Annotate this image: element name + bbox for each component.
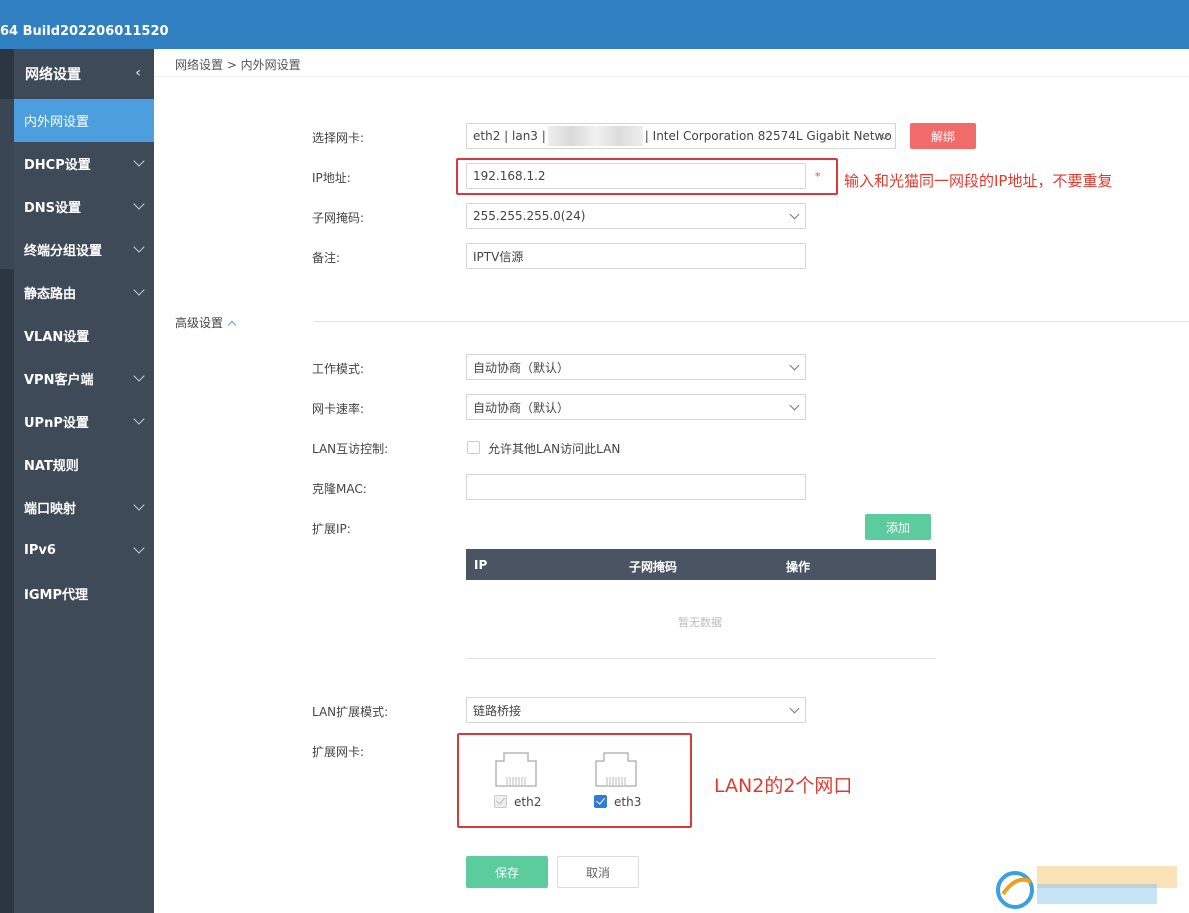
sidebar-item-port-mapping[interactable]: 端口映射 <box>14 486 154 529</box>
ext-nic-label: 扩展网卡: <box>312 745 365 759</box>
redacted-area <box>547 126 643 146</box>
ext-ip-label: 扩展IP: <box>312 522 351 536</box>
chevron-down-icon <box>133 499 145 511</box>
add-button[interactable]: 添加 <box>865 514 931 540</box>
chevron-left-icon: ‹ <box>135 65 141 81</box>
chevron-down-icon <box>133 198 145 210</box>
chevron-down-icon <box>133 155 145 167</box>
build-version: 64 Build202206011520 <box>0 24 169 39</box>
sidebar-item-nat[interactable]: NAT规则 <box>14 443 154 486</box>
sidebar-item-dhcp[interactable]: DHCP设置 <box>14 142 154 185</box>
remark-input[interactable]: IPTV信源 <box>466 243 806 269</box>
chevron-down-icon <box>789 209 800 220</box>
sidebar-title: 网络设置 <box>25 67 81 83</box>
table-empty: 暂无数据 <box>678 616 722 629</box>
unbind-button[interactable]: 解绑 <box>910 123 976 149</box>
chevron-down-icon <box>133 284 145 296</box>
chevron-down-icon <box>133 542 145 554</box>
annotation-ip-note: 输入和光猫同一网段的IP地址，不要重复 <box>844 172 1113 190</box>
ip-label: IP地址: <box>312 171 351 185</box>
col-mask: 子网掩码 <box>629 560 678 574</box>
nic-select[interactable]: eth2 | lan3 | | Intel Corporation 82574L… <box>466 123 896 149</box>
clone-mac-input[interactable] <box>466 474 806 500</box>
breadcrumb: 网络设置 > 内外网设置 <box>175 58 301 72</box>
work-mode-label: 工作模式: <box>312 362 365 376</box>
sidebar-item-terminal-group[interactable]: 终端分组设置 <box>14 228 154 271</box>
nic-label: 选择网卡: <box>312 131 365 145</box>
mask-label: 子网掩码: <box>312 211 365 225</box>
left-strip <box>0 49 14 913</box>
mask-select[interactable]: 255.255.255.0(24) <box>466 203 806 229</box>
chevron-down-icon <box>789 360 800 371</box>
nic-speed-select[interactable]: 自动协商（默认） <box>466 394 806 420</box>
sidebar: 网络设置 ‹ 内外网设置 DHCP设置 DNS设置 终端分组设置 静态路由 VL… <box>14 49 154 913</box>
chevron-down-icon <box>133 370 145 382</box>
annotation-lan2-note: LAN2的2个网口 <box>714 775 853 797</box>
sidebar-item-lan-wan[interactable]: 内外网设置 <box>14 99 154 142</box>
sidebar-item-vlan[interactable]: VLAN设置 <box>14 314 154 357</box>
annotation-box-ip <box>456 158 838 195</box>
work-mode-select[interactable]: 自动协商（默认） <box>466 354 806 380</box>
sidebar-section-network[interactable]: 网络设置 ‹ <box>14 49 154 99</box>
lan-access-checkbox[interactable] <box>467 441 480 454</box>
lan-ext-mode-label: LAN扩展模式: <box>312 705 389 719</box>
cancel-button[interactable]: 取消 <box>557 856 639 888</box>
clone-mac-label: 克隆MAC: <box>312 482 367 496</box>
remark-label: 备注: <box>312 251 341 265</box>
save-button[interactable]: 保存 <box>466 856 548 888</box>
sidebar-item-static-route[interactable]: 静态路由 <box>14 271 154 314</box>
col-action: 操作 <box>786 560 811 574</box>
sidebar-item-upnp[interactable]: UPnP设置 <box>14 400 154 443</box>
chevron-down-icon <box>789 703 800 714</box>
sidebar-item-dns[interactable]: DNS设置 <box>14 185 154 228</box>
sidebar-item-ipv6[interactable]: IPv6 <box>14 529 154 572</box>
nic-speed-label: 网卡速率: <box>312 402 365 416</box>
lan-ext-mode-select[interactable]: 链路桥接 <box>466 697 806 723</box>
ext-ip-table-header: IP 子网掩码 操作 <box>466 549 936 580</box>
sidebar-item-vpn-client[interactable]: VPN客户端 <box>14 357 154 400</box>
chevron-down-icon <box>133 241 145 253</box>
annotation-box-ports <box>457 733 692 828</box>
lan-access-label: LAN互访控制: <box>312 442 389 456</box>
col-ip: IP <box>474 558 488 572</box>
top-bar: 64 Build202206011520 <box>0 0 1189 49</box>
chevron-up-icon <box>227 320 237 330</box>
main-content: 网络设置 > 内外网设置 选择网卡: eth2 | lan3 | | Intel… <box>154 49 1189 913</box>
chevron-down-icon <box>789 400 800 411</box>
lan-access-option: 允许其他LAN访问此LAN <box>488 442 621 456</box>
watermark-logo <box>995 860 1185 910</box>
sidebar-item-igmp[interactable]: IGMP代理 <box>14 572 154 615</box>
advanced-toggle[interactable]: 高级设置 <box>175 314 237 331</box>
chevron-down-icon <box>133 413 145 425</box>
